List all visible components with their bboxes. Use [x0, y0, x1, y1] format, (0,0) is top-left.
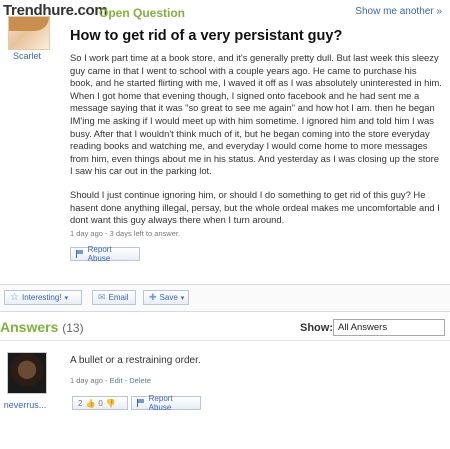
asker-name[interactable]: Scarlet [0, 51, 54, 61]
vote-buttons: 2 👍 0 👎 [72, 396, 128, 410]
save-label: Save [159, 293, 178, 302]
answers-heading: Answers (13) [0, 319, 84, 335]
answerer-name[interactable]: neverrus... [0, 400, 50, 410]
answer-report-abuse-button[interactable]: Report Abuse [131, 394, 201, 412]
asker-avatar[interactable] [8, 16, 50, 50]
divider [0, 340, 450, 341]
show-filter-label: Show: [300, 322, 333, 334]
thumbs-down-count: 0 [98, 398, 103, 408]
email-button[interactable]: ✉ Email [92, 290, 136, 305]
question-body: So I work part time at a book store, and… [70, 52, 442, 238]
chevron-down-icon: ▾ [64, 294, 69, 302]
star-icon: ☆ [10, 292, 19, 303]
answerer-avatar[interactable] [7, 352, 47, 394]
edit-link[interactable]: Edit [110, 376, 123, 385]
answer-meta: 1 day ago - Edit - Delete [70, 376, 151, 385]
flag-icon [76, 250, 85, 258]
question-paragraph-1: So I work part time at a book store, and… [70, 52, 442, 177]
action-toolbar: ☆ Interesting! ▾ ✉ Email ✚ Save ▾ [0, 284, 450, 312]
question-title: How to get rid of a very persistant guy? [70, 28, 343, 44]
interesting-label: Interesting! [21, 293, 62, 302]
delete-link[interactable]: Delete [129, 376, 151, 385]
question-paragraph-2: Should I just continue ignoring him, or … [70, 188, 440, 226]
plus-icon: ✚ [149, 292, 157, 302]
thumbs-up-count: 2 [78, 398, 83, 408]
answers-title: Answers [0, 319, 59, 335]
thumbs-up-icon[interactable]: 👍 [85, 399, 95, 408]
open-question-label: Open Question [99, 6, 186, 20]
answer-time: 1 day ago [70, 376, 103, 385]
report-abuse-label: Report Abuse [87, 245, 112, 263]
answer-filter-select[interactable]: All Answers [333, 319, 445, 336]
flag-icon [137, 399, 146, 407]
answer-text: A bullet or a restraining order. [70, 355, 201, 366]
thumbs-down-icon[interactable]: 👎 [106, 399, 116, 408]
interesting-button[interactable]: ☆ Interesting! ▾ [4, 290, 82, 305]
answers-count: (13) [62, 321, 84, 335]
save-button[interactable]: ✚ Save ▾ [143, 290, 189, 305]
show-another-link[interactable]: Show me another » [355, 6, 442, 17]
email-label: Email [108, 293, 129, 302]
report-abuse-label: Report Abuse [148, 394, 173, 412]
question-meta: 1 day ago - 3 days left to answer. [70, 229, 181, 238]
envelope-icon: ✉ [98, 292, 106, 302]
chevron-down-icon: ▾ [180, 294, 185, 302]
report-abuse-button[interactable]: Report Abuse [70, 245, 140, 263]
